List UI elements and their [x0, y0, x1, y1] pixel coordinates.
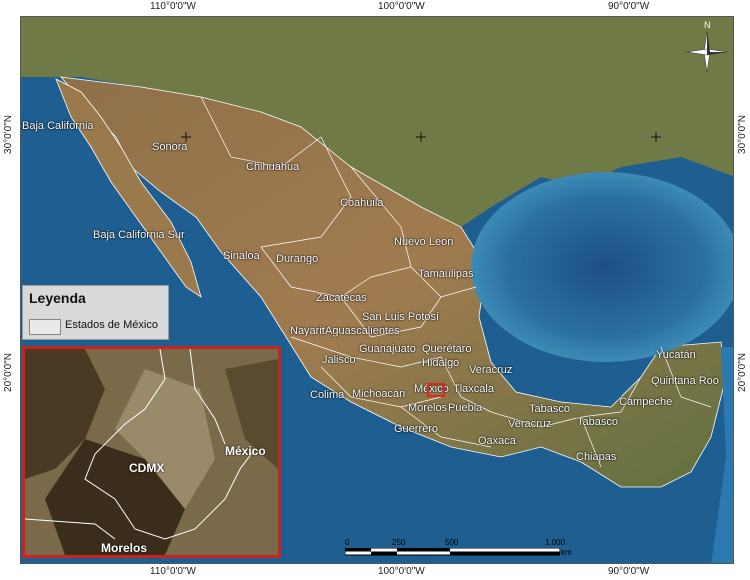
grid-label-top-90w: 90°0'0"W [608, 1, 650, 12]
grid-label-bottom-110w: 110°0'0"W [150, 566, 196, 577]
state-label-tabasco: Tabasco [577, 416, 618, 428]
state-label-baja-california-sur: Baja California Sur [93, 229, 185, 241]
state-label-jalisco: Jalisco [322, 354, 356, 366]
scale-tick-500: 500 [445, 538, 459, 547]
state-label-veracruz: Veracruz [469, 364, 513, 376]
scale-tick-0: 0 [345, 538, 350, 547]
state-label-san-luis-potosi: San Luis Potosí [362, 311, 440, 323]
state-label-hidalgo: Hidalgo [422, 357, 460, 369]
inset-map[interactable]: CDMX México Morelos [22, 346, 281, 558]
legend: Leyenda Estados de México [22, 285, 169, 340]
cdmx-highlight-box [427, 383, 445, 397]
state-label-sonora: Sonora [152, 141, 188, 153]
grid-label-top-110w: 110°0'0"W [150, 1, 196, 12]
north-arrow-icon [686, 31, 728, 73]
scale-tick-250: 250 [392, 538, 406, 547]
state-label-michoacan: Michoacán [352, 388, 406, 400]
grid-label-right-20n: 20°0'0"N [737, 353, 748, 392]
grid-label-bottom-100w: 100°0'0"W [378, 566, 425, 577]
inset-label-mexico: México [225, 444, 266, 458]
grid-label-top-100w: 100°0'0"W [378, 1, 425, 12]
state-label-guerrero: Guerrero [394, 423, 439, 435]
scale-bar: 0 250 500 1,000 km [345, 538, 573, 560]
gulf-of-mexico [471, 172, 733, 362]
state-label-durango: Durango [276, 253, 319, 265]
inset-label-cdmx: CDMX [129, 461, 165, 475]
state-label-puebla: Puebla [448, 402, 483, 414]
state-label-chiapas: Chiapas [576, 451, 617, 463]
state-label-morelos: Morelos [408, 402, 448, 414]
state-label-zacatecas: Zacatecas [316, 292, 367, 304]
state-label-baja-california: Baja California [22, 120, 94, 132]
inset-label-morelos: Morelos [101, 541, 148, 555]
state-label-tabasco-east: Tabasco [529, 403, 570, 415]
grid-label-left-30n: 30°0'0"N [3, 115, 14, 154]
grid-label-right-30n: 30°0'0"N [737, 115, 748, 154]
grid-label-bottom-90w: 90°0'0"W [608, 566, 650, 577]
state-label-yucatan: Yucatán [656, 349, 696, 361]
state-label-colima: Colima [310, 389, 345, 401]
state-label-nayarit: Nayarit [290, 325, 325, 337]
state-label-tamaulipas: Tamaulipas [418, 268, 474, 280]
state-label-coahuila: Coahuila [340, 197, 384, 209]
north-label: N [704, 20, 711, 30]
state-label-queretaro: Querétaro [422, 343, 472, 355]
scale-tick-1000: 1,000 [545, 538, 566, 547]
state-label-oaxaca: Oaxaca [478, 435, 516, 447]
state-label-tlaxcala: Tlaxcala [453, 383, 494, 395]
state-label-chihuahua: Chihuahua [246, 161, 300, 173]
scale-bar-graphic [345, 548, 560, 556]
state-label-veracruz-south: Veracruz [508, 418, 552, 430]
legend-item-label: Estados de México [65, 319, 158, 331]
state-label-guanajuato: Guanajuato [359, 343, 416, 355]
state-label-sinaloa: Sinaloa [223, 250, 260, 262]
state-label-nuevo-leon: Nuevo Leon [394, 236, 454, 248]
legend-title: Leyenda [29, 290, 86, 306]
state-label-campeche: Campeche [619, 396, 673, 408]
state-label-aguascalientes: Aguascalientes [325, 325, 400, 337]
legend-swatch [29, 319, 61, 335]
state-label-quintana-roo: Quintana Roo [651, 375, 719, 387]
grid-label-left-20n: 20°0'0"N [3, 353, 14, 392]
scale-unit: km [561, 548, 572, 557]
